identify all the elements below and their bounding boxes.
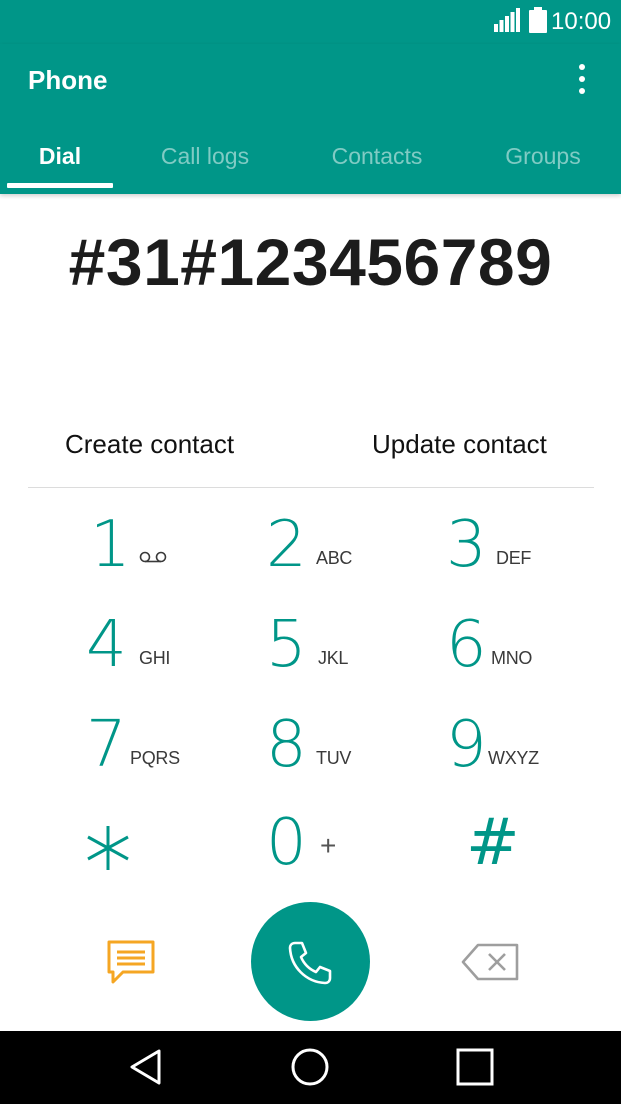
message-icon[interactable]	[103, 936, 159, 988]
key-digit: 7	[86, 708, 127, 782]
call-button[interactable]	[251, 902, 370, 1021]
key-star[interactable]: *	[60, 808, 240, 898]
key-digit: 2	[266, 508, 307, 582]
key-1[interactable]: 1	[60, 510, 240, 600]
asterisk-icon	[87, 826, 129, 870]
key-digit: 8	[266, 708, 307, 782]
key-digit: 0	[266, 806, 307, 880]
create-contact-button[interactable]: Create contact	[65, 428, 234, 460]
key-6[interactable]: 6 MNO	[420, 610, 600, 700]
key-letters: GHI	[139, 648, 171, 668]
backspace-icon[interactable]	[460, 942, 520, 982]
app-title: Phone	[28, 65, 108, 95]
tab-groups[interactable]: Groups	[468, 134, 618, 194]
tab-bar: Dial Call logs Contacts Groups	[0, 134, 621, 194]
key-8[interactable]: 8 TUV	[240, 710, 420, 800]
recents-icon[interactable]	[455, 1047, 495, 1087]
key-digit: #	[466, 806, 520, 880]
back-icon[interactable]	[126, 1047, 166, 1087]
status-time: 10:00	[551, 8, 612, 35]
key-digit: 5	[266, 608, 307, 682]
key-letters: PQRS	[130, 748, 180, 768]
key-3[interactable]: 3 DEF	[420, 510, 600, 600]
key-2[interactable]: 2 ABC	[240, 510, 420, 600]
divider	[28, 487, 594, 488]
overflow-menu-icon[interactable]	[566, 60, 598, 100]
key-5[interactable]: 5 JKL	[240, 610, 420, 700]
key-4[interactable]: 4 GHI	[60, 610, 240, 700]
tab-call-logs[interactable]: Call logs	[130, 134, 280, 194]
status-bar: 10:00	[0, 0, 621, 44]
dialed-number-field[interactable]: #31#123456789	[0, 224, 621, 300]
key-digit: 9	[446, 708, 487, 782]
phone-icon	[288, 941, 332, 985]
key-digit: 4	[86, 608, 127, 682]
signal-icon	[494, 8, 520, 32]
app-bar: Phone Dial Call logs Contacts Groups	[0, 44, 621, 194]
key-7[interactable]: 7 PQRS	[60, 710, 240, 800]
key-0[interactable]: 0 +	[240, 808, 420, 898]
voicemail-icon	[139, 551, 167, 563]
key-hash[interactable]: #	[420, 808, 600, 898]
key-letters: TUV	[316, 748, 352, 768]
battery-icon	[529, 7, 547, 33]
key-digit: 6	[446, 608, 487, 682]
key-letters: +	[320, 830, 337, 861]
key-letters: WXYZ	[488, 748, 539, 768]
key-letters: DEF	[496, 548, 532, 568]
home-icon[interactable]	[290, 1047, 330, 1087]
navigation-bar	[0, 1031, 621, 1104]
tab-indicator	[7, 183, 113, 188]
key-digit: 1	[90, 508, 131, 582]
key-letters: MNO	[491, 648, 533, 668]
key-letters: JKL	[318, 648, 349, 668]
tab-contacts[interactable]: Contacts	[302, 134, 452, 194]
key-digit: 3	[446, 508, 487, 582]
key-letters: ABC	[316, 548, 353, 568]
key-9[interactable]: 9 WXYZ	[420, 710, 600, 800]
update-contact-button[interactable]: Update contact	[372, 428, 547, 460]
